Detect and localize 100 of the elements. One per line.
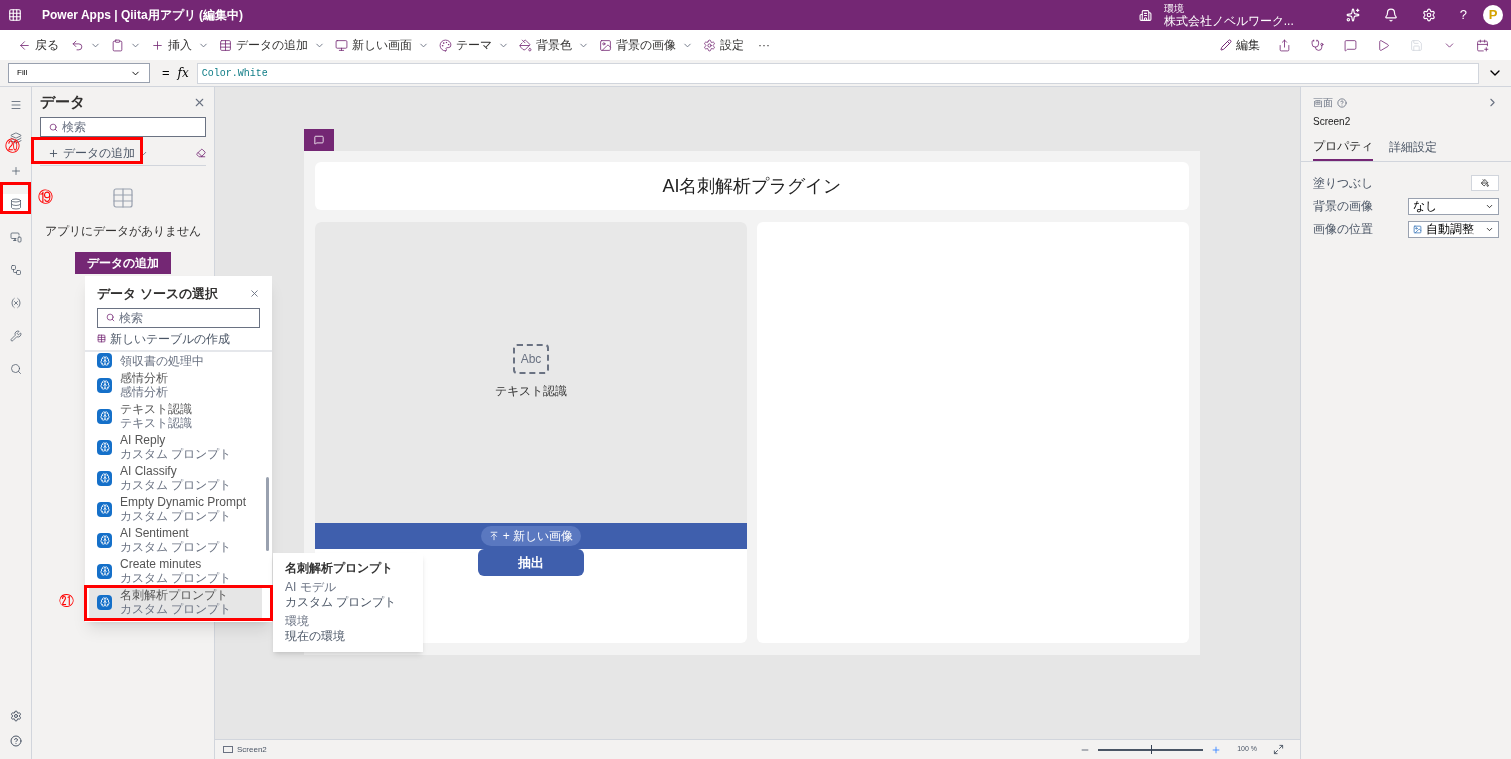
fit-icon[interactable] xyxy=(1273,744,1284,755)
table-icon xyxy=(97,334,106,343)
data-source-item[interactable]: 名刺解析プロンプト カスタム プロンプト xyxy=(89,586,262,618)
ai-model-icon xyxy=(97,470,112,486)
property-dropdown[interactable]: Fill xyxy=(8,63,150,83)
close-icon[interactable] xyxy=(249,288,260,300)
tooltip-value: カスタム プロンプト xyxy=(285,595,398,610)
data-source-item[interactable]: 感情分析 感情分析 xyxy=(89,369,262,401)
toolbar-button[interactable]: データの追加 xyxy=(213,33,314,57)
type-label: 画面 xyxy=(1313,96,1333,110)
toolbar-button[interactable]: テーマ xyxy=(433,33,498,57)
item-type: テキスト認識 xyxy=(120,416,192,430)
search-icon xyxy=(49,122,58,132)
item-name: テキスト認識 xyxy=(120,402,192,416)
add-data-button[interactable]: データの追加 xyxy=(40,145,148,161)
formula-field[interactable]: Color.White xyxy=(196,62,1479,84)
properties-tab[interactable]: プロパティ xyxy=(1313,137,1373,161)
empty-message: アプリにデータがありません xyxy=(45,223,201,240)
tooltip-value: 現在の環境 xyxy=(285,629,346,644)
new-table-link[interactable]: 新しいテーブルの作成 xyxy=(97,329,260,350)
item-type: 領収書の処理中 xyxy=(120,353,204,368)
data-source-item[interactable]: 領収書の処理中 xyxy=(89,351,262,370)
data-source-item[interactable]: テキスト認識 テキスト認識 xyxy=(89,400,262,432)
scrollbar-thumb[interactable] xyxy=(266,476,269,551)
item-type: カスタム プロンプト xyxy=(120,571,232,585)
ai-model-icon xyxy=(97,353,112,368)
settings-icon xyxy=(703,38,716,52)
settings-icon[interactable] xyxy=(9,710,22,722)
search-field[interactable]: 検索 xyxy=(40,117,206,137)
panel-title: データ xyxy=(40,91,85,112)
paint-bucket-icon xyxy=(519,38,532,52)
item-name: Create minutes xyxy=(120,557,203,571)
toolbar-button[interactable]: 戻る xyxy=(12,33,65,57)
help-icon[interactable] xyxy=(1337,97,1347,108)
image-label: テキスト認識 xyxy=(495,383,567,400)
image-icon xyxy=(599,38,612,52)
annotation-number: ⑳ xyxy=(5,138,20,153)
ai-model-icon xyxy=(97,408,112,424)
more-button[interactable]: ··· xyxy=(750,36,778,54)
tooltip-label: 環境 xyxy=(285,614,310,629)
item-name: AI Classify xyxy=(120,464,177,478)
title-card: AI名刺解析プラグイン xyxy=(315,162,1189,210)
popup-title: データ ソースの選択 xyxy=(97,285,218,303)
pencil-icon xyxy=(1220,39,1232,51)
palette-icon xyxy=(439,38,452,52)
toolbar-button[interactable]: 新しい画面 xyxy=(329,33,418,57)
highlight-frame xyxy=(0,182,31,214)
properties-tab[interactable]: 詳細設定 xyxy=(1389,137,1437,161)
screen-icon xyxy=(223,746,233,753)
ai-model-icon xyxy=(97,377,112,393)
item-name: AI Sentiment xyxy=(120,526,190,540)
item-type: カスタム プロンプト xyxy=(120,509,233,523)
help-button[interactable]: ? xyxy=(1459,5,1467,25)
property-dropdown[interactable]: 自動調整 xyxy=(1408,220,1499,238)
ai-model-icon xyxy=(97,563,112,579)
undo-icon xyxy=(71,38,84,52)
new-image-button[interactable]: + 新しい画像 xyxy=(480,526,582,546)
search-icon xyxy=(106,313,115,322)
item-name: 名刺解析プロンプト xyxy=(120,588,229,602)
data-source-item[interactable]: Empty Dynamic Prompt カスタム プロンプト xyxy=(89,493,262,525)
monitor-icon xyxy=(335,38,348,52)
table-icon xyxy=(219,38,232,52)
upload-icon xyxy=(488,531,499,541)
paint-bucket-icon xyxy=(1481,179,1489,187)
text-scan-icon: Abc xyxy=(513,344,549,374)
data-source-item[interactable]: AI Classify カスタム プロンプト xyxy=(89,462,262,494)
color-picker-button[interactable] xyxy=(1471,175,1499,191)
table-icon xyxy=(111,186,135,210)
environment-label: 環境 xyxy=(1163,2,1185,15)
property-label: 画像の位置 xyxy=(1313,221,1373,238)
add-data-primary-button[interactable]: データの追加 xyxy=(75,252,171,274)
back-arrow-icon xyxy=(18,38,31,52)
zoom-slider[interactable] xyxy=(1098,748,1204,751)
item-name: 感情分析 xyxy=(120,371,168,385)
toolbar-button[interactable]: 挿入 xyxy=(145,33,198,57)
item-type: 感情分析 xyxy=(120,385,168,399)
screen-title: Screen2 xyxy=(1313,115,1352,129)
environment-name[interactable]: 株式会社ノベルワーク... xyxy=(1163,15,1294,28)
toolbar-button[interactable]: 背景の画像 xyxy=(593,33,682,57)
data-source-item[interactable]: AI Reply カスタム プロンプト xyxy=(89,431,262,463)
extract-button[interactable]: 抽出 xyxy=(478,549,584,576)
environment-icon[interactable] xyxy=(1138,8,1152,22)
plus-icon xyxy=(48,147,59,159)
item-type: カスタム プロンプト xyxy=(120,478,232,492)
search-field[interactable]: 検索 xyxy=(97,307,260,328)
ai-model-icon xyxy=(97,594,112,610)
edit-button[interactable]: 編集 xyxy=(1212,36,1268,54)
screen-name[interactable]: Screen2 xyxy=(237,743,267,756)
zoom-in-icon[interactable] xyxy=(1211,744,1222,755)
screen-badge[interactable] xyxy=(304,129,334,151)
toolbar-button[interactable]: 背景色 xyxy=(513,33,578,57)
data-source-item[interactable]: Create minutes カスタム プロンプト xyxy=(89,555,262,587)
property-dropdown[interactable]: なし xyxy=(1408,197,1499,215)
plus-icon xyxy=(151,38,164,52)
data-source-item[interactable]: AI Sentiment カスタム プロンプト xyxy=(89,524,262,556)
item-name: AI Reply xyxy=(120,433,167,447)
app-launcher-icon[interactable] xyxy=(8,8,22,22)
bell-icon[interactable] xyxy=(1383,8,1398,22)
image-icon xyxy=(1413,224,1422,234)
toolbar-button[interactable]: 設定 xyxy=(697,33,750,57)
